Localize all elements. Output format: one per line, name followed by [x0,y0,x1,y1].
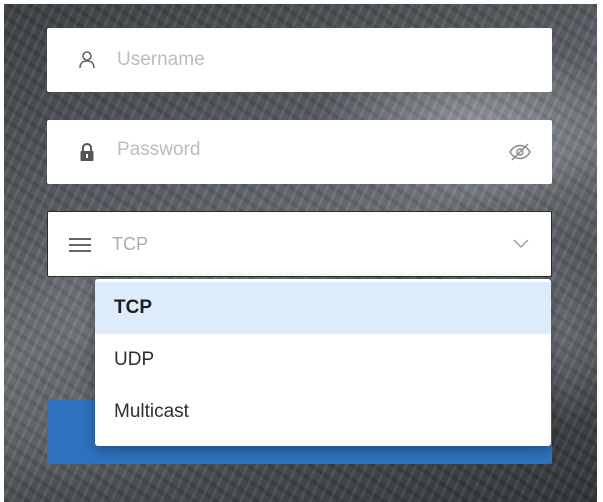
chevron-down-icon [511,234,531,254]
username-field[interactable]: Username [47,28,552,92]
lock-icon [75,140,99,164]
password-placeholder: Password [117,139,201,160]
password-field[interactable]: Password [47,120,552,184]
protocol-select[interactable]: TCP [47,211,552,277]
user-icon [75,48,99,72]
menu-icon [68,233,92,257]
protocol-selected-value: TCP [112,234,148,254]
username-placeholder: Username [117,49,205,70]
screen: Username Password TCP TCP UDP Multicast [0,0,603,502]
protocol-dropdown-menu: TCP UDP Multicast [95,279,551,446]
protocol-option-tcp[interactable]: TCP [95,282,551,334]
eye-slash-icon[interactable] [508,140,532,164]
protocol-option-multicast[interactable]: Multicast [95,386,551,438]
protocol-option-udp[interactable]: UDP [95,334,551,386]
